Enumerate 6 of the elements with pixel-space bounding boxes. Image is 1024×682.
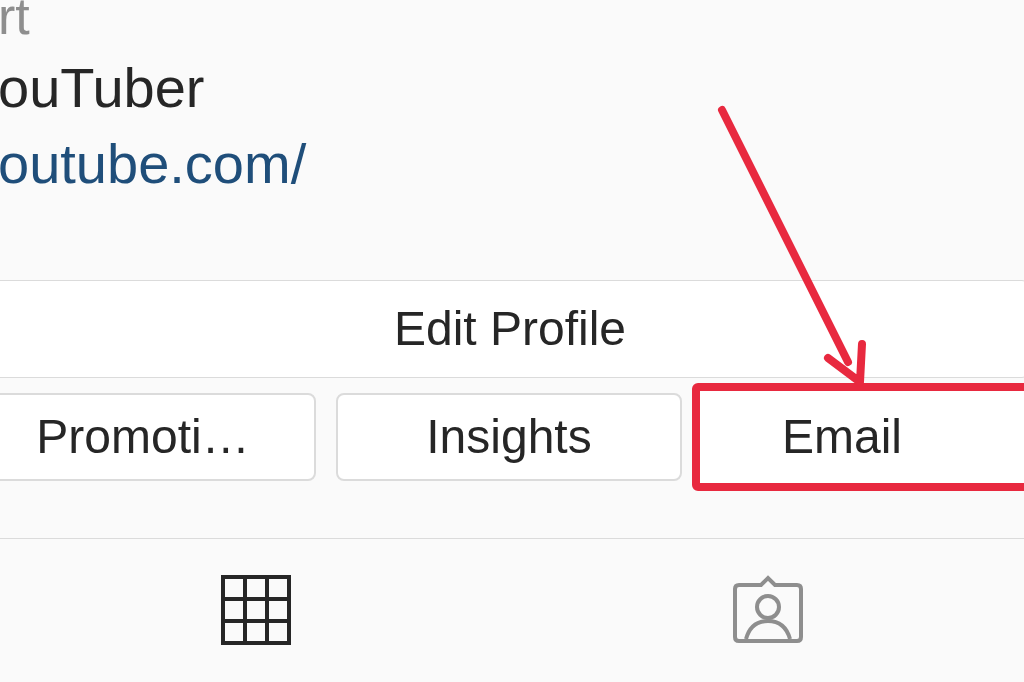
profile-category: ouTuber	[0, 56, 205, 120]
edit-profile-button[interactable]: Edit Profile	[0, 280, 1024, 378]
profile-link[interactable]: outube.com/	[0, 132, 307, 196]
profile-name: rt	[0, 0, 30, 46]
profile-action-button[interactable]: Insights	[336, 393, 682, 481]
profile-action-button[interactable]: Promoti…	[0, 393, 316, 481]
